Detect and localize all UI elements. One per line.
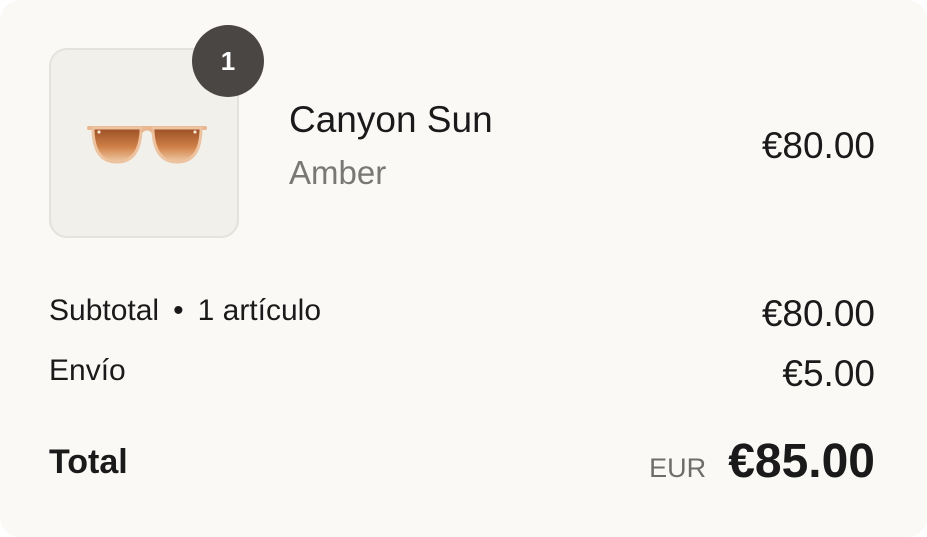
subtotal-label: Subtotal bbox=[49, 294, 160, 327]
sunglasses-icon bbox=[87, 126, 207, 164]
total-value: €85.00 bbox=[728, 435, 875, 488]
item-count: 1 artículo bbox=[197, 294, 322, 327]
product-variant: Amber bbox=[289, 154, 387, 191]
currency-code: EUR bbox=[649, 453, 707, 483]
subtotal-label-row: Subtotal • 1 artículo bbox=[49, 291, 321, 331]
product-price: €80.00 bbox=[761, 125, 875, 166]
subtotal-value: €80.00 bbox=[761, 293, 875, 334]
order-summary-card: 1 Canyon Sun Amber €80.00 Subtotal • 1 art… bbox=[0, 0, 927, 537]
product-name: Canyon Sun bbox=[289, 99, 493, 140]
total-label: Total bbox=[49, 443, 128, 481]
total-amount: EUR €85.00 bbox=[649, 432, 875, 492]
shipping-value: €5.00 bbox=[782, 353, 875, 394]
shipping-label: Envío bbox=[49, 354, 126, 387]
quantity-badge: 1 bbox=[192, 25, 264, 97]
separator-dot: • bbox=[173, 294, 184, 327]
